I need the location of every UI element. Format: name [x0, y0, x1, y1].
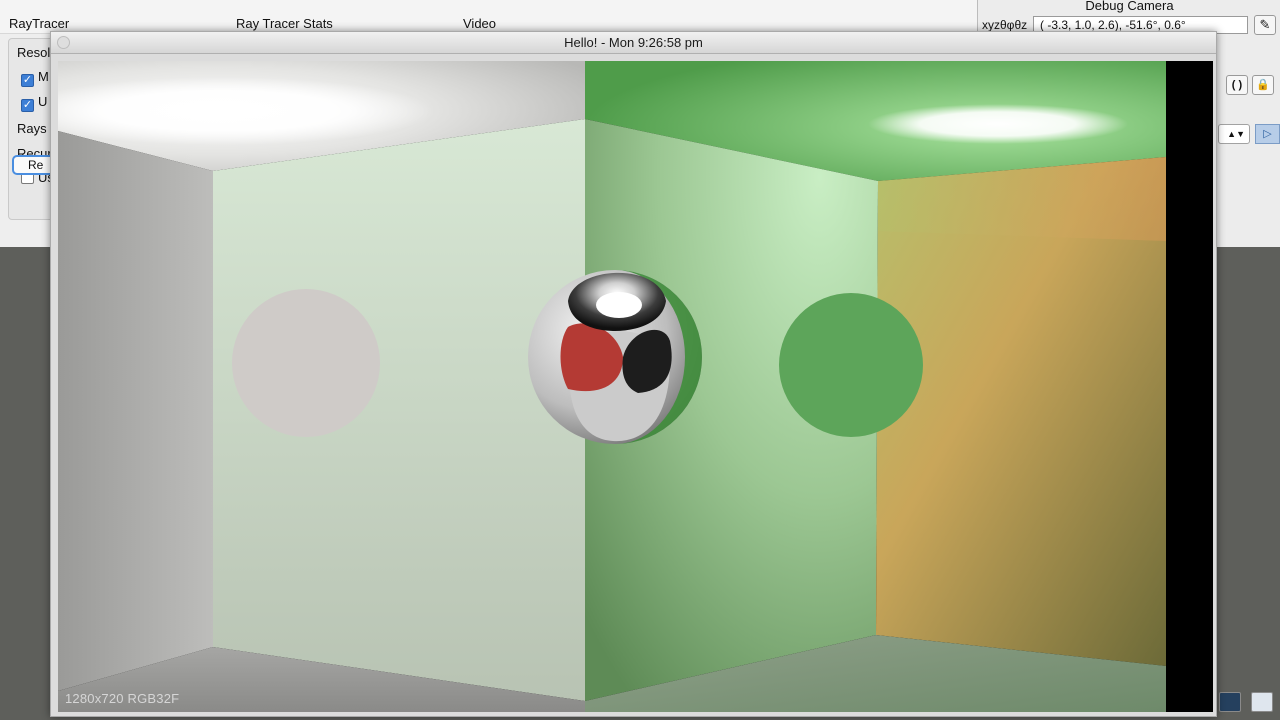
resolution-label: 1280x720 RGB32F	[65, 691, 180, 706]
window-title: Hello! - Mon 9:26:58 pm	[564, 35, 703, 50]
tab-ray-tracer-stats[interactable]: Ray Tracer Stats	[236, 16, 333, 31]
window-titlebar[interactable]: Hello! - Mon 9:26:58 pm	[51, 32, 1216, 54]
bracket-button[interactable]: ( )	[1226, 75, 1248, 95]
background-tab-bar: RayTracer Ray Tracer Stats Video	[0, 0, 980, 34]
lock-icon[interactable]: 🔒	[1252, 75, 1274, 95]
checkbox-1[interactable]: ✓	[21, 74, 34, 87]
activity-monitor-icon[interactable]	[1219, 692, 1241, 712]
tab-video[interactable]: Video	[463, 16, 496, 31]
camera-xyz-label: xyzθφθz	[982, 18, 1028, 32]
up-down-icon[interactable]: ▲▼	[1218, 124, 1250, 144]
play-icon[interactable]: ▷	[1255, 124, 1280, 144]
checkbox-row-2[interactable]: ✓ U	[21, 94, 47, 112]
checkbox-2-label: U	[38, 94, 48, 109]
rays-label: Rays	[17, 121, 47, 136]
render-viewport[interactable]: 1280x720 RGB32F	[58, 61, 1213, 712]
debug-camera-title: Debug Camera	[1085, 0, 1174, 13]
resolution-label: Resol	[17, 45, 51, 60]
checkbox-2[interactable]: ✓	[21, 99, 34, 112]
rendered-scene	[58, 61, 1213, 712]
document-icon[interactable]	[1251, 692, 1273, 712]
render-window: Hello! - Mon 9:26:58 pm 1280x720 RGB32F	[50, 31, 1217, 717]
tab-raytracer[interactable]: RayTracer	[9, 16, 69, 31]
checkbox-row-1[interactable]: ✓ M	[21, 69, 49, 87]
checkbox-1-label: M	[38, 69, 49, 84]
pencil-icon[interactable]: ✎	[1254, 15, 1276, 35]
